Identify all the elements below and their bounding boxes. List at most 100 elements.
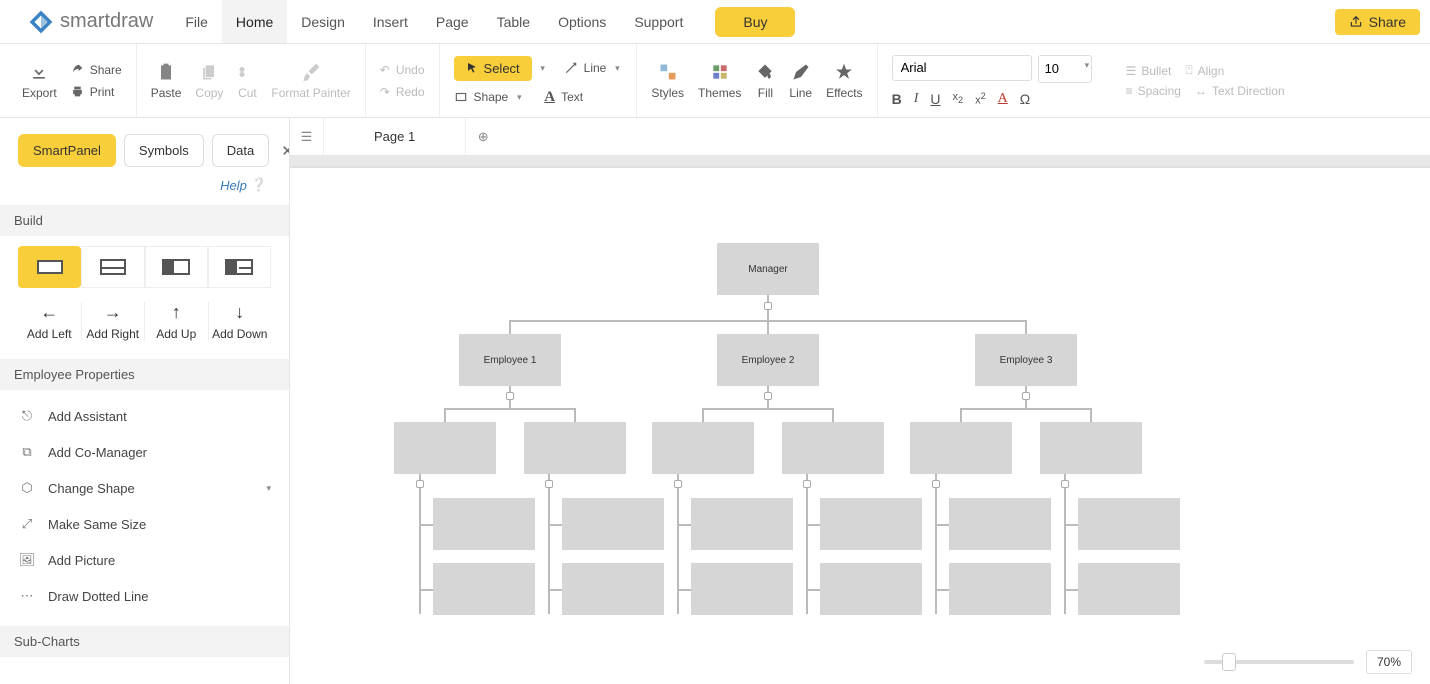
fill-button[interactable]: Fill	[755, 62, 775, 100]
paste-button[interactable]: Paste	[151, 62, 182, 100]
share-button-ribbon[interactable]: Share	[71, 63, 122, 77]
line-tool-button[interactable]: Line▾	[564, 61, 623, 75]
add-page-button[interactable]: ⊕	[466, 129, 500, 145]
connector-knob[interactable]	[764, 302, 772, 310]
node-blank[interactable]	[910, 422, 1012, 474]
bullet-button[interactable]: ☰Bullet	[1126, 63, 1172, 78]
connector-knob[interactable]	[416, 480, 424, 488]
italic-button[interactable]: I	[914, 91, 919, 107]
tab-data[interactable]: Data	[212, 134, 269, 167]
tab-symbols[interactable]: Symbols	[124, 134, 204, 167]
menu-options[interactable]: Options	[544, 0, 620, 43]
node-blank[interactable]	[562, 563, 664, 615]
export-button[interactable]: Export	[22, 62, 57, 100]
menu-design[interactable]: Design	[287, 0, 359, 43]
shape-option-photo-split[interactable]	[208, 246, 271, 288]
menu-table[interactable]: Table	[483, 0, 544, 43]
node-blank[interactable]	[949, 563, 1051, 615]
canvas-scroll[interactable]: Manager Employee 1 Employee 2 Employee 3	[290, 156, 1430, 684]
cut-button[interactable]: Cut	[237, 62, 257, 100]
menu-file[interactable]: File	[171, 0, 222, 43]
node-blank[interactable]	[949, 498, 1051, 550]
font-size-dropdown[interactable]: ▾	[1081, 56, 1091, 82]
add-picture-button[interactable]: 🖼Add Picture	[0, 542, 289, 578]
text-direction-button[interactable]: ↔Text Direction	[1195, 84, 1285, 98]
styles-button[interactable]: Styles	[651, 62, 684, 100]
connector-knob[interactable]	[506, 392, 514, 400]
node-blank[interactable]	[820, 563, 922, 615]
node-blank[interactable]	[394, 422, 496, 474]
font-family-input[interactable]	[892, 55, 1032, 81]
shape-option-split[interactable]	[81, 246, 144, 288]
bold-button[interactable]: B	[892, 91, 902, 107]
shape-option-plain[interactable]	[18, 246, 81, 288]
menu-home[interactable]: Home	[222, 0, 287, 43]
node-manager[interactable]: Manager	[717, 243, 819, 295]
connector-knob[interactable]	[545, 480, 553, 488]
select-tool-button[interactable]: Select	[454, 56, 532, 81]
shape-option-photo-left[interactable]	[145, 246, 208, 288]
font-color-button[interactable]: A	[998, 91, 1008, 107]
add-right-button[interactable]: →Add Right	[82, 302, 146, 341]
node-blank[interactable]	[691, 563, 793, 615]
add-assistant-button[interactable]: ⎋Add Assistant	[0, 398, 289, 434]
canvas[interactable]: Manager Employee 1 Employee 2 Employee 3	[290, 168, 1430, 684]
text-tool-button[interactable]: AText	[544, 89, 583, 106]
help-link[interactable]: Help❔	[0, 177, 289, 199]
underline-button[interactable]: U	[930, 91, 940, 107]
node-blank[interactable]	[1078, 498, 1180, 550]
node-employee-3[interactable]: Employee 3	[975, 334, 1077, 386]
menu-support[interactable]: Support	[620, 0, 697, 43]
node-blank[interactable]	[562, 498, 664, 550]
node-blank[interactable]	[691, 498, 793, 550]
select-dropdown[interactable]: ▾	[538, 63, 548, 74]
themes-button[interactable]: Themes	[698, 62, 741, 100]
effects-button[interactable]: Effects	[826, 62, 862, 100]
page-tab-1[interactable]: Page 1	[324, 118, 466, 155]
zoom-slider[interactable]	[1204, 660, 1354, 664]
change-shape-button[interactable]: ⬡Change Shape▾	[0, 470, 289, 506]
subscript-button[interactable]: x2	[952, 91, 963, 105]
spacing-button[interactable]: ≡Spacing	[1126, 84, 1181, 98]
buy-button[interactable]: Buy	[715, 7, 795, 37]
format-painter-button[interactable]: Format Painter	[271, 62, 350, 100]
add-left-button[interactable]: ←Add Left	[18, 302, 82, 341]
node-blank[interactable]	[524, 422, 626, 474]
connector-knob[interactable]	[932, 480, 940, 488]
connector-knob[interactable]	[803, 480, 811, 488]
page-list-button[interactable]: ☰	[290, 118, 324, 155]
symbol-button[interactable]: Ω	[1020, 91, 1030, 107]
line-style-button[interactable]: Line	[789, 62, 812, 100]
connector-knob[interactable]	[764, 392, 772, 400]
share-button-top[interactable]: Share	[1335, 9, 1420, 35]
connector-knob[interactable]	[1061, 480, 1069, 488]
tab-smartpanel[interactable]: SmartPanel	[18, 134, 116, 167]
node-blank[interactable]	[652, 422, 754, 474]
undo-button[interactable]: ↶Undo	[380, 63, 425, 77]
superscript-button[interactable]: x2	[975, 91, 986, 107]
print-button[interactable]: Print	[71, 85, 122, 99]
line-dropdown[interactable]: ▾	[612, 63, 622, 74]
draw-dotted-line-button[interactable]: ⋯Draw Dotted Line	[0, 578, 289, 614]
make-same-size-button[interactable]: ⤢Make Same Size	[0, 506, 289, 542]
shape-tool-button[interactable]: Shape▾	[454, 90, 525, 104]
add-up-button[interactable]: ↑Add Up	[145, 302, 209, 341]
node-blank[interactable]	[433, 498, 535, 550]
node-employee-1[interactable]: Employee 1	[459, 334, 561, 386]
copy-button[interactable]: Copy	[195, 62, 223, 100]
connector-knob[interactable]	[674, 480, 682, 488]
menu-page[interactable]: Page	[422, 0, 483, 43]
node-blank[interactable]	[1040, 422, 1142, 474]
add-down-button[interactable]: ↓Add Down	[209, 302, 272, 341]
node-employee-2[interactable]: Employee 2	[717, 334, 819, 386]
shape-dropdown[interactable]: ▾	[514, 92, 524, 103]
close-panel-button[interactable]: ✕	[277, 138, 290, 164]
connector-knob[interactable]	[1022, 392, 1030, 400]
font-size-input[interactable]	[1039, 56, 1081, 82]
node-blank[interactable]	[433, 563, 535, 615]
add-comanager-button[interactable]: ⧉Add Co-Manager	[0, 434, 289, 470]
menu-insert[interactable]: Insert	[359, 0, 422, 43]
align-button[interactable]: ⍞Align	[1185, 63, 1224, 78]
zoom-level[interactable]: 70%	[1366, 650, 1412, 674]
node-blank[interactable]	[820, 498, 922, 550]
